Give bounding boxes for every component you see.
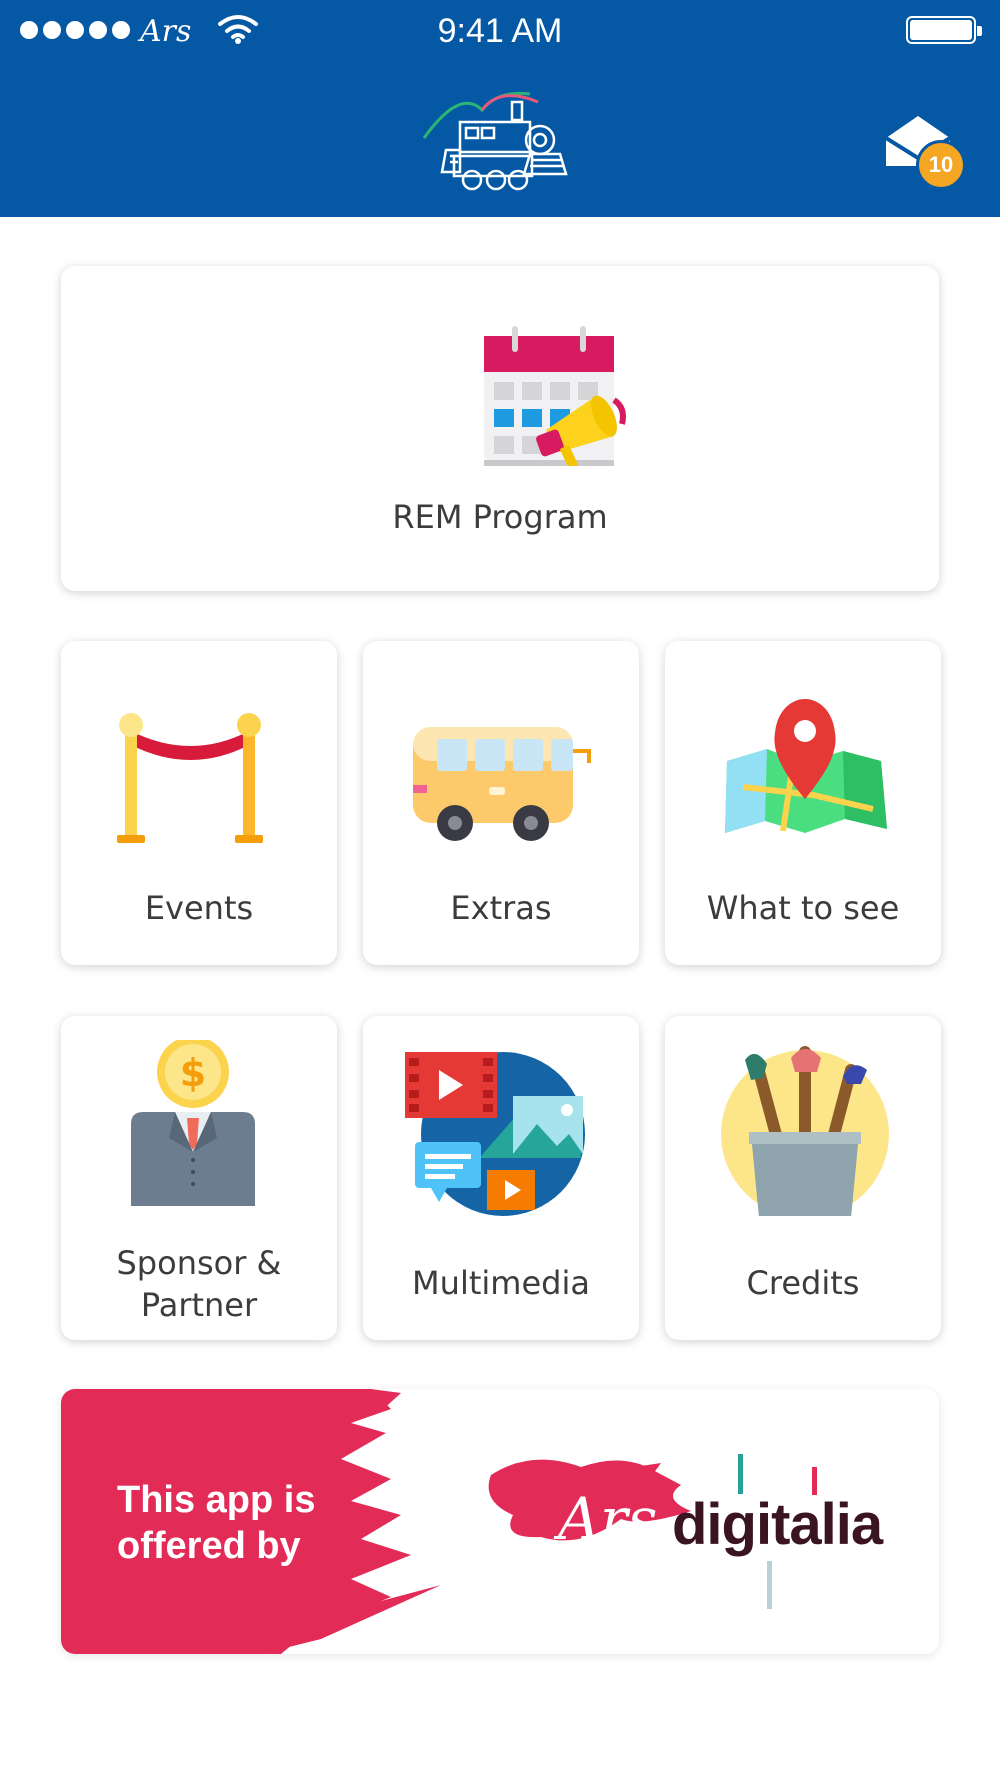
map-pin-icon [725,699,887,833]
app-header: Ars 9:41 AM 10 [0,0,1000,217]
steam-train-logo [422,91,568,191]
offered-by-text: This app is offered by [117,1477,377,1569]
brand-ars: Ars [558,1485,658,1553]
credits-tile[interactable]: Credits [665,1016,941,1340]
rem-program-card[interactable]: REM Program [61,266,939,591]
brand-digitalia: digitalia [672,1492,883,1557]
multimedia-icon [405,1052,585,1216]
brand-accent-grey [767,1561,772,1609]
brand-accent-teal [738,1454,743,1494]
sponsor-label-line1: Sponsor & [116,1244,282,1282]
battery-icon [906,16,982,44]
multimedia-label: Multimedia [412,1264,590,1302]
extras-label: Extras [450,889,552,927]
businessman-dollar-icon: $ [131,1040,255,1206]
credits-label: Credits [746,1264,860,1302]
velvet-rope-icon [117,713,263,843]
offered-line-1: This app is [117,1479,316,1521]
status-bar: Ars 9:41 AM [0,0,1000,64]
what-to-see-tile[interactable]: What to see [665,641,941,965]
offered-line-2: offered by [117,1525,301,1567]
svg-text:$: $ [180,1051,206,1095]
sponsor-label-line2: Partner [140,1286,258,1324]
notification-badge: 10 [916,140,966,190]
paintbrushes-icon [721,1046,889,1216]
rem-program-label: REM Program [392,498,608,536]
events-label: Events [144,889,254,927]
calendar-megaphone-icon [484,326,626,466]
extras-tile[interactable]: Extras [363,641,639,965]
what-to-see-label: What to see [706,889,900,927]
status-time: 9:41 AM [437,12,563,50]
bus-icon [413,727,591,841]
sponsor-banner[interactable]: This app is offered by Ars digitalia [61,1389,939,1654]
multimedia-tile[interactable]: Multimedia [363,1016,639,1340]
events-tile[interactable]: Events [61,641,337,965]
sponsor-partner-tile[interactable]: $ Sponsor & Partner [61,1016,337,1340]
